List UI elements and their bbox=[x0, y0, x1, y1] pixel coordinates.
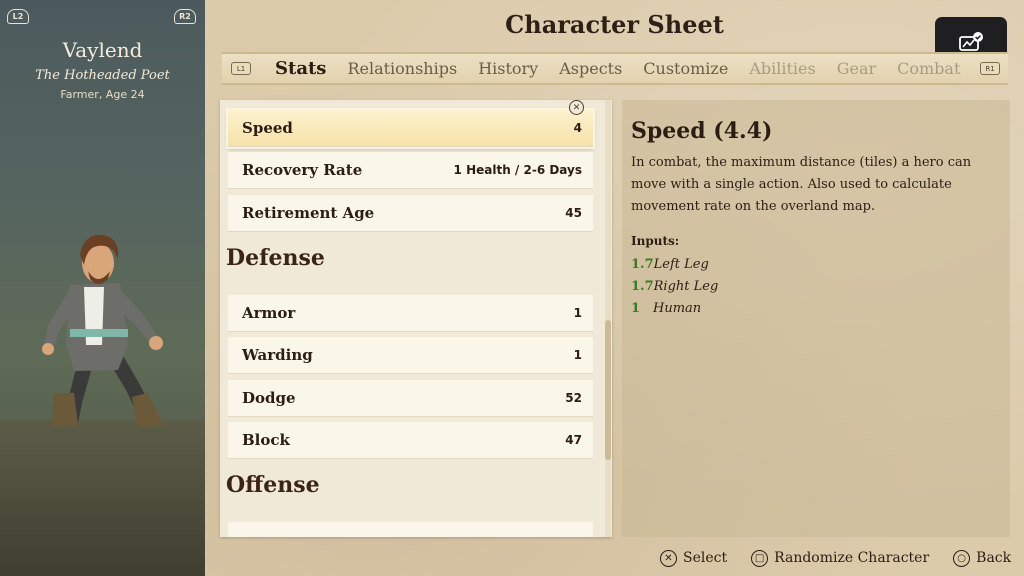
stat-row-armor[interactable]: Armor 1 bbox=[228, 295, 593, 332]
cross-button-icon: ✕ bbox=[660, 549, 677, 567]
stat-value: 1 bbox=[573, 306, 582, 320]
randomize-label: Randomize Character bbox=[774, 550, 930, 566]
select-label: Select bbox=[683, 550, 728, 566]
character-panel: L2 R2 Vaylend The Hotheaded Poet Farmer,… bbox=[0, 0, 205, 576]
input-name: Left Leg bbox=[653, 257, 709, 272]
stat-value: 52 bbox=[565, 391, 582, 405]
stat-label: Armor bbox=[242, 304, 296, 322]
randomize-character-hint[interactable]: □ Randomize Character bbox=[751, 549, 930, 567]
stat-label: Block bbox=[242, 431, 290, 449]
stat-row-recovery-rate[interactable]: Recovery Rate 1 Health / 2-6 Days bbox=[228, 152, 593, 189]
back-label: Back bbox=[976, 550, 1012, 566]
input-value: 1.7 bbox=[631, 279, 654, 294]
stat-value: 47 bbox=[565, 433, 582, 447]
share-screenshot-icon bbox=[959, 32, 983, 51]
character-subtitle: Farmer, Age 24 bbox=[60, 88, 145, 101]
tab-aspects[interactable]: Aspects bbox=[559, 59, 622, 78]
input-value: 1.7 bbox=[631, 257, 654, 272]
stat-row-warding[interactable]: Warding 1 bbox=[228, 337, 593, 374]
tab-history[interactable]: History bbox=[478, 59, 538, 78]
stat-detail-panel: Speed (4.4) In combat, the maximum dista… bbox=[622, 100, 1010, 537]
stat-label: Dodge bbox=[242, 389, 296, 407]
input-row: 1.7 Right Leg bbox=[631, 276, 1000, 298]
tab-bar: L1 Stats Relationships History Aspects C… bbox=[222, 52, 1008, 85]
square-button-icon: □ bbox=[751, 549, 769, 567]
select-hint[interactable]: ✕ Select bbox=[660, 549, 728, 567]
stat-row-block[interactable]: Block 47 bbox=[228, 422, 593, 459]
stats-scrollbar[interactable] bbox=[605, 100, 611, 537]
close-x-icon[interactable]: ✕ bbox=[569, 100, 584, 115]
circle-button-icon: ○ bbox=[953, 549, 971, 567]
stat-value: 45 bbox=[565, 206, 582, 220]
stats-list: Speed 4 Recovery Rate 1 Health / 2-6 Day… bbox=[220, 100, 612, 537]
tab-abilities[interactable]: Abilities bbox=[749, 59, 815, 78]
tab-gear[interactable]: Gear bbox=[837, 59, 876, 78]
stat-value: 4 bbox=[573, 121, 582, 135]
stat-label: Speed bbox=[242, 119, 293, 137]
tab-relationships[interactable]: Relationships bbox=[347, 59, 457, 78]
scrollbar-thumb[interactable] bbox=[605, 320, 611, 460]
back-hint[interactable]: ○ Back bbox=[953, 549, 1012, 567]
r1-hint-icon[interactable]: R1 bbox=[980, 62, 1000, 75]
hero-portrait bbox=[42, 234, 164, 428]
stat-label: Recovery Rate bbox=[242, 161, 363, 179]
r2-hint-icon[interactable]: R2 bbox=[174, 9, 196, 24]
inputs-label: Inputs: bbox=[631, 234, 680, 248]
stat-row-partial[interactable] bbox=[228, 522, 593, 537]
input-row: 1 Human bbox=[631, 298, 1000, 320]
tab-customize[interactable]: Customize bbox=[643, 59, 728, 78]
tab-combat[interactable]: Combat bbox=[897, 59, 960, 78]
section-heading-defense: Defense bbox=[226, 245, 325, 271]
detail-description: In combat, the maximum distance (tiles) … bbox=[631, 155, 972, 214]
button-hints: ✕ Select □ Randomize Character ○ Back bbox=[660, 547, 1011, 569]
input-name: Human bbox=[653, 301, 702, 316]
page-title: Character Sheet bbox=[505, 10, 724, 39]
l2-hint-icon[interactable]: L2 bbox=[7, 9, 29, 24]
ground-backdrop bbox=[0, 420, 205, 576]
section-heading-offense: Offense bbox=[226, 472, 320, 498]
stat-row-speed[interactable]: Speed 4 bbox=[228, 110, 593, 147]
detail-title: Speed (4.4) bbox=[631, 118, 773, 144]
stat-row-dodge[interactable]: Dodge 52 bbox=[228, 380, 593, 417]
stat-label: Retirement Age bbox=[242, 204, 375, 222]
input-value: 1 bbox=[631, 301, 641, 316]
stat-label: Warding bbox=[242, 346, 313, 364]
l1-hint-icon[interactable]: L1 bbox=[231, 62, 251, 75]
input-name: Right Leg bbox=[653, 279, 719, 294]
tab-stats[interactable]: Stats bbox=[275, 58, 326, 79]
stat-value: 1 Health / 2-6 Days bbox=[453, 163, 582, 177]
input-row: 1.7 Left Leg bbox=[631, 254, 1000, 276]
character-name: Vaylend bbox=[62, 38, 143, 62]
character-title: The Hotheaded Poet bbox=[35, 68, 170, 83]
stat-row-retirement-age[interactable]: Retirement Age 45 bbox=[228, 195, 593, 232]
stat-value: 1 bbox=[573, 348, 582, 362]
